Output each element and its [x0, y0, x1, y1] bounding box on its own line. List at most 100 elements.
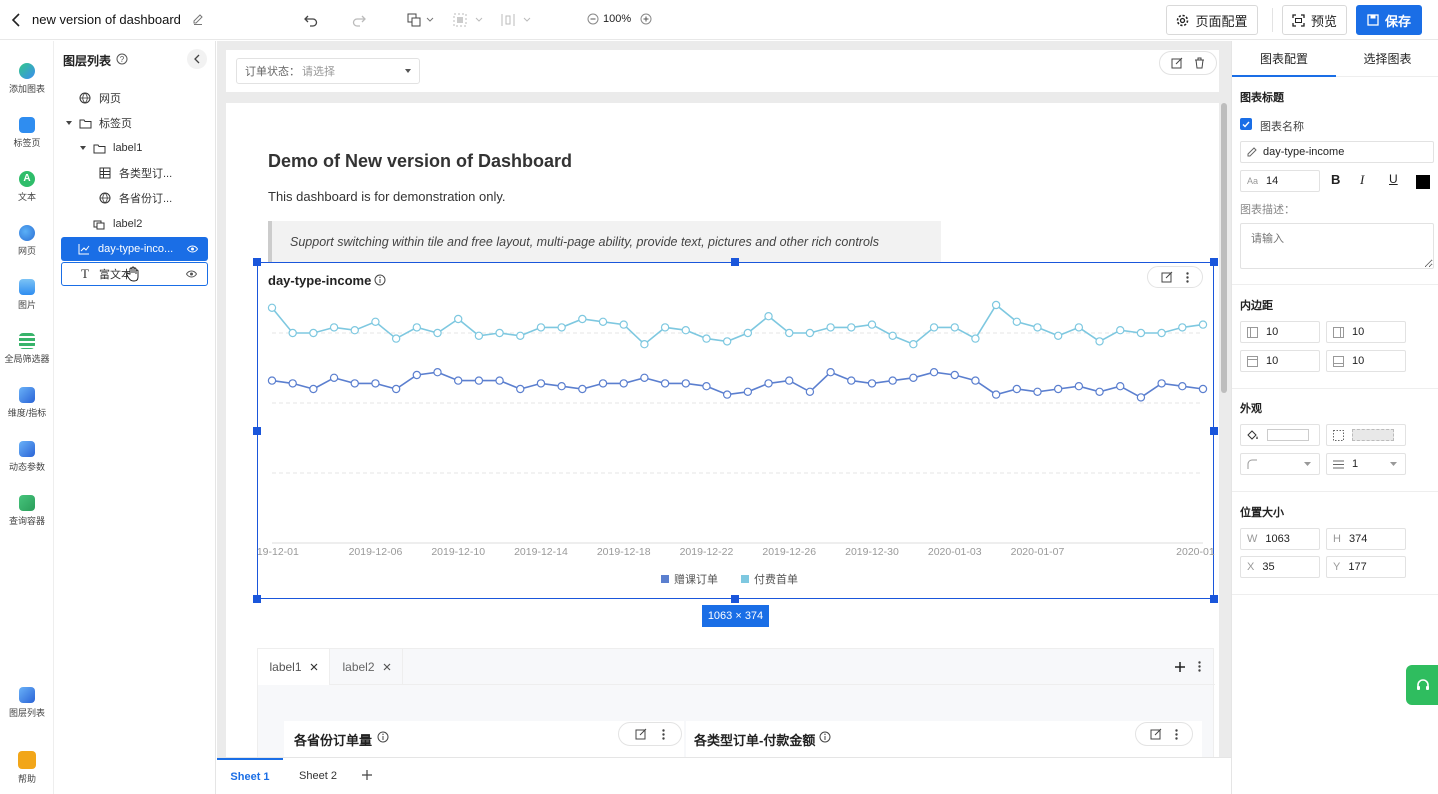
- save-button[interactable]: 保存: [1356, 5, 1422, 35]
- edit-title-icon[interactable]: [192, 13, 204, 25]
- data-point[interactable]: [474, 331, 484, 341]
- data-point[interactable]: [557, 323, 566, 332]
- tab-chart-config[interactable]: 图表配置: [1232, 41, 1336, 77]
- distribute-dropdown-icon[interactable]: [521, 10, 533, 30]
- eye-icon[interactable]: [186, 270, 197, 278]
- padding-left-input[interactable]: 10: [1240, 321, 1320, 343]
- resize-handle-ne[interactable]: [1210, 258, 1218, 266]
- question-icon[interactable]: ?: [116, 53, 128, 65]
- info-icon[interactable]: [377, 731, 389, 743]
- province-orders-card[interactable]: 各省份订单量: [284, 721, 684, 757]
- back-arrow-icon[interactable]: [10, 12, 24, 28]
- edit-icon[interactable]: [635, 728, 647, 740]
- distribute-icon[interactable]: [498, 10, 518, 30]
- align-dropdown-icon[interactable]: [473, 10, 485, 30]
- data-point[interactable]: [950, 323, 959, 332]
- data-point[interactable]: [598, 317, 608, 327]
- data-point[interactable]: [1116, 381, 1125, 391]
- close-icon[interactable]: [383, 663, 391, 671]
- data-point[interactable]: [516, 331, 525, 341]
- data-point[interactable]: [288, 379, 297, 388]
- type-orders-card[interactable]: 各类型订单-付款金额: [686, 721, 1202, 757]
- legend-label[interactable]: 付费首单: [754, 572, 798, 586]
- data-point[interactable]: [702, 334, 711, 343]
- legend-label[interactable]: 赠课订单: [674, 572, 718, 586]
- layer-item-tabpage[interactable]: 标签页: [62, 111, 208, 135]
- data-point[interactable]: [329, 323, 339, 332]
- layer-item-label2[interactable]: label2: [62, 212, 208, 236]
- dimension-metric-item[interactable]: 维度/指标: [0, 387, 54, 419]
- data-point[interactable]: [578, 384, 587, 394]
- font-color-swatch[interactable]: [1416, 175, 1430, 189]
- data-point[interactable]: [764, 312, 773, 321]
- data-point[interactable]: [1033, 387, 1042, 397]
- dynamic-param-item[interactable]: 动态参数: [0, 441, 54, 473]
- data-point[interactable]: [826, 367, 835, 377]
- data-point[interactable]: [350, 325, 359, 335]
- resize-handle-s[interactable]: [731, 595, 739, 603]
- layer-item-webpage[interactable]: 网页: [62, 86, 208, 110]
- data-point[interactable]: [950, 370, 959, 380]
- support-button[interactable]: [1406, 665, 1438, 705]
- y-input[interactable]: Y 177: [1326, 556, 1406, 578]
- data-point[interactable]: [764, 379, 773, 388]
- italic-icon[interactable]: I: [1360, 172, 1364, 188]
- data-point[interactable]: [681, 379, 690, 388]
- data-point[interactable]: [971, 334, 980, 343]
- data-point[interactable]: [640, 373, 649, 383]
- sheet-tab-1[interactable]: Sheet 1: [217, 758, 283, 794]
- data-point[interactable]: [805, 387, 815, 397]
- data-point[interactable]: [1095, 387, 1104, 397]
- trash-icon[interactable]: [1194, 57, 1205, 69]
- data-point[interactable]: [1012, 317, 1022, 327]
- more-vertical-icon[interactable]: [662, 728, 666, 740]
- border-color-picker[interactable]: [1326, 424, 1406, 446]
- data-point[interactable]: [867, 320, 877, 329]
- data-point[interactable]: [474, 376, 484, 385]
- canvas-scrollbar[interactable]: [1221, 103, 1227, 393]
- data-point[interactable]: [371, 379, 380, 388]
- add-chart-item[interactable]: 添加图表: [0, 63, 54, 95]
- tab-label1[interactable]: label1: [258, 649, 330, 685]
- resize-handle-e[interactable]: [1210, 427, 1218, 435]
- collapse-panel-icon[interactable]: [187, 49, 207, 69]
- data-point[interactable]: [1178, 381, 1187, 391]
- padding-bottom-input[interactable]: 10: [1326, 350, 1406, 372]
- zoom-in-icon[interactable]: [640, 13, 652, 25]
- data-point[interactable]: [350, 379, 359, 388]
- text-item[interactable]: A 文本: [0, 171, 54, 203]
- data-point[interactable]: [1053, 331, 1063, 341]
- data-point[interactable]: [1074, 381, 1084, 391]
- caret-down-icon[interactable]: [80, 145, 92, 151]
- help-item[interactable]: 帮助: [0, 751, 54, 785]
- zoom-out-icon[interactable]: [587, 13, 599, 25]
- copy-dropdown-icon[interactable]: [424, 10, 436, 30]
- resize-handle-nw[interactable]: [253, 258, 261, 266]
- resize-handle-w[interactable]: [253, 427, 261, 435]
- page-config-button[interactable]: 页面配置: [1166, 5, 1258, 35]
- data-point[interactable]: [433, 367, 442, 377]
- data-point[interactable]: [557, 381, 566, 391]
- data-point[interactable]: [1136, 328, 1146, 338]
- data-point[interactable]: [516, 384, 525, 394]
- layer-item-day-type-income[interactable]: day-type-inco...: [61, 237, 208, 261]
- data-point[interactable]: [805, 328, 815, 338]
- padding-right-input[interactable]: 10: [1326, 321, 1406, 343]
- data-point[interactable]: [660, 379, 670, 388]
- data-point[interactable]: [909, 373, 918, 383]
- layer-list-item[interactable]: 图层列表: [0, 687, 54, 719]
- data-point[interactable]: [971, 376, 980, 385]
- order-status-select[interactable]: 订单状态： 请选择: [236, 58, 420, 84]
- data-point[interactable]: [309, 328, 318, 338]
- resize-handle-n[interactable]: [731, 258, 739, 266]
- data-point[interactable]: [495, 376, 504, 385]
- data-point[interactable]: [1095, 337, 1104, 346]
- resize-handle-se[interactable]: [1210, 595, 1218, 603]
- data-point[interactable]: [412, 323, 422, 332]
- underline-icon[interactable]: U: [1389, 172, 1398, 186]
- data-point[interactable]: [1033, 323, 1042, 332]
- data-point[interactable]: [1074, 323, 1084, 332]
- data-point[interactable]: [867, 379, 877, 388]
- width-input[interactable]: W 1063: [1240, 528, 1320, 550]
- data-point[interactable]: [888, 331, 897, 341]
